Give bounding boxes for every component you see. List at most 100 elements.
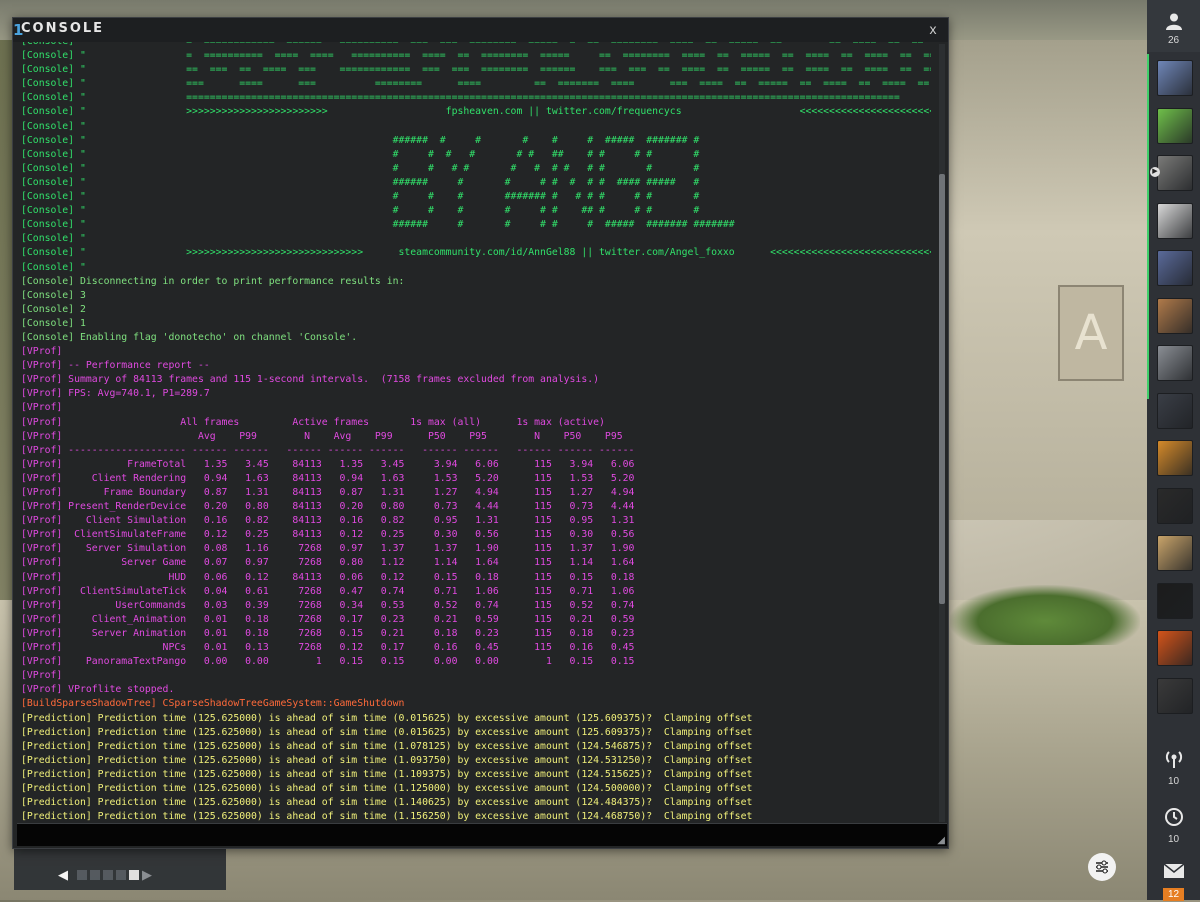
console-line: [Console] 2 — [21, 303, 86, 315]
console-line: [Console] " # # # # # # ## # # # # — [21, 205, 700, 217]
console-line: [Prediction] Prediction time (125.625000… — [21, 811, 753, 822]
console-line: [Console] " >>>>>>>>>>>>>>>>>>>>>>>> fps… — [21, 106, 931, 118]
next-page-button[interactable]: ▶ — [142, 867, 158, 883]
console-line: [VProf] -------------------- ------ ----… — [21, 444, 635, 456]
console-line: [VProf] Present_RenderDevice 0.20 0.80 8… — [21, 501, 635, 513]
console-line: [BuildSparseShadowTree] CSparseShadowTre… — [21, 698, 405, 710]
console-line: [VProf] -- Performance report -- — [21, 360, 210, 372]
friend-avatar-3[interactable] — [1157, 155, 1193, 191]
friend-avatar-14[interactable] — [1157, 677, 1193, 714]
console-line: [Prediction] Prediction time (125.625000… — [21, 768, 753, 780]
history-count: 10 — [1167, 834, 1180, 845]
friends-sidebar: 26 ▶ 10 10 12 — [1147, 0, 1200, 902]
console-line: [Prediction] Prediction time (125.625000… — [21, 754, 753, 766]
console-line: [Console] " ###### # # # # # ##### #####… — [21, 219, 735, 231]
console-line: [Console] " # # # ####### # # # # # # # — [21, 191, 700, 203]
resize-handle-icon[interactable]: ◢ — [937, 835, 945, 846]
console-line: [Console] " # # # # # # # # # # # # — [21, 162, 700, 174]
friend-avatar-13[interactable] — [1157, 630, 1193, 666]
playing-status-icon: ▶ — [1150, 167, 1160, 177]
console-input-row — [17, 823, 947, 846]
page-indicator: ◀ ▶ — [58, 867, 158, 883]
console-line: [VProf] Client Rendering 0.94 1.63 84113… — [21, 472, 635, 484]
console-line: [Prediction] Prediction time (125.625000… — [21, 740, 753, 752]
console-line: [Console] " = ============ ====== ======… — [21, 42, 931, 49]
console-title: CONSOLE — [21, 21, 105, 36]
console-line: [VProf] Summary of 84113 frames and 115 … — [21, 374, 600, 386]
online-indicator — [1147, 54, 1149, 399]
console-line: [VProf] FPS: Avg=740.1, P1=289.7 — [21, 388, 210, 400]
history-icon — [1147, 806, 1200, 834]
friends-button[interactable]: 26 — [1147, 0, 1200, 52]
history-button[interactable]: 10 — [1147, 806, 1200, 845]
console-line: [VProf] Avg P99 N Avg P99 P50 P95 N P50 … — [21, 430, 623, 442]
page-dot[interactable] — [116, 870, 126, 880]
sliders-icon[interactable] — [1088, 853, 1116, 881]
friends-count: 26 — [1167, 35, 1180, 46]
close-icon[interactable]: x — [924, 20, 942, 38]
console-line: [VProf] ClientSimulateTick 0.04 0.61 726… — [21, 585, 635, 597]
console-titlebar[interactable]: 1 CONSOLE x — [13, 18, 948, 42]
console-line: [VProf] All frames Active frames 1s max … — [21, 416, 605, 428]
console-line: [Console] " — [21, 261, 86, 273]
console-line: [Console] " ###### # # # # # # # #### ##… — [21, 176, 700, 188]
mail-count-badge: 12 — [1162, 888, 1185, 901]
mail-icon — [1147, 862, 1200, 884]
console-line: [VProf] Client_Animation 0.01 0.18 7268 … — [21, 613, 635, 625]
console-scrollbar[interactable] — [939, 44, 945, 822]
friend-avatar-1[interactable] — [1157, 60, 1193, 96]
console-line: [Console] " >>>>>>>>>>>>>>>>>>>>>>>>>>>>… — [21, 247, 931, 259]
background-plant — [950, 585, 1140, 645]
broadcast-count: 10 — [1167, 776, 1180, 787]
friend-avatar-11[interactable] — [1157, 535, 1193, 571]
person-icon — [1147, 12, 1200, 33]
console-line: [VProf] PanoramaTextPango 0.00 0.00 1 0.… — [21, 656, 635, 668]
page-dot-active[interactable] — [129, 870, 139, 880]
console-log[interactable]: [Console] " = ========== == == ==== ======… — [21, 42, 931, 822]
scrollbar-thumb[interactable] — [939, 174, 945, 604]
friend-avatar-2[interactable] — [1157, 107, 1193, 144]
broadcast-button[interactable]: 10 — [1147, 748, 1200, 787]
broadcast-icon — [1147, 748, 1200, 776]
friend-avatar-6[interactable] — [1157, 297, 1193, 334]
friend-avatar-12[interactable] — [1157, 582, 1193, 619]
friend-avatar-8[interactable] — [1157, 392, 1193, 429]
page-dot[interactable] — [103, 870, 113, 880]
console-line: [VProf] VProflite stopped. — [21, 684, 175, 696]
console-line: [VProf] ClientSimulateFrame 0.12 0.25 84… — [21, 529, 635, 541]
console-window: 1 CONSOLE x [Console] " = ========== == =… — [12, 17, 949, 849]
console-line: [Console] 1 — [21, 317, 86, 329]
page-dot[interactable] — [77, 870, 87, 880]
console-line: [VProf] Server Simulation 0.08 1.16 7268… — [21, 543, 635, 555]
console-line: [Console] Enabling flag 'donotecho' on c… — [21, 331, 358, 343]
page-dot[interactable] — [90, 870, 100, 880]
console-line: [VProf] HUD 0.06 0.12 84113 0.06 0.12 0.… — [21, 571, 635, 583]
console-line: [VProf] FrameTotal 1.35 3.45 84113 1.35 … — [21, 458, 635, 470]
console-line: [Console] " = ========== ==== ==== =====… — [21, 50, 931, 62]
console-line: [Console] " ============================… — [21, 92, 900, 104]
console-line: [Prediction] Prediction time (125.625000… — [21, 782, 753, 794]
console-line: [VProf] Server Animation 0.01 0.18 7268 … — [21, 627, 635, 639]
console-line: [Prediction] Prediction time (125.625000… — [21, 726, 753, 738]
console-line: [Console] 3 — [21, 289, 86, 301]
mail-button[interactable]: 12 — [1147, 862, 1200, 902]
console-line: [Console] " # # # # # # ## # # # # # — [21, 148, 700, 160]
console-line: [Console] " ###### # # # # # ##### #####… — [21, 134, 700, 146]
friend-avatar-5[interactable] — [1157, 250, 1193, 286]
console-line: [Prediction] Prediction time (125.625000… — [21, 797, 753, 809]
console-line: [VProf] Server Game 0.07 0.97 7268 0.80 … — [21, 557, 635, 569]
console-line: [VProf] Frame Boundary 0.87 1.31 84113 0… — [21, 487, 635, 498]
friend-avatar-4[interactable] — [1157, 202, 1193, 239]
console-input[interactable] — [17, 824, 947, 846]
console-line: [Console] Disconnecting in order to prin… — [21, 275, 405, 287]
console-line: [Console] " == === == ==== === =========… — [21, 64, 931, 76]
prev-page-button[interactable]: ◀ — [58, 867, 74, 883]
friend-avatar-7[interactable] — [1157, 345, 1193, 381]
friend-avatar-10[interactable] — [1157, 487, 1193, 524]
background-wall — [945, 40, 1150, 520]
console-line: [VProf] — [21, 402, 63, 414]
console-line: [Console] " — [21, 120, 86, 132]
console-line: [Console] " === ==== === ======== ==== =… — [21, 78, 931, 90]
friend-avatar-9[interactable] — [1157, 440, 1193, 476]
site-a-sign: A — [1058, 285, 1124, 381]
